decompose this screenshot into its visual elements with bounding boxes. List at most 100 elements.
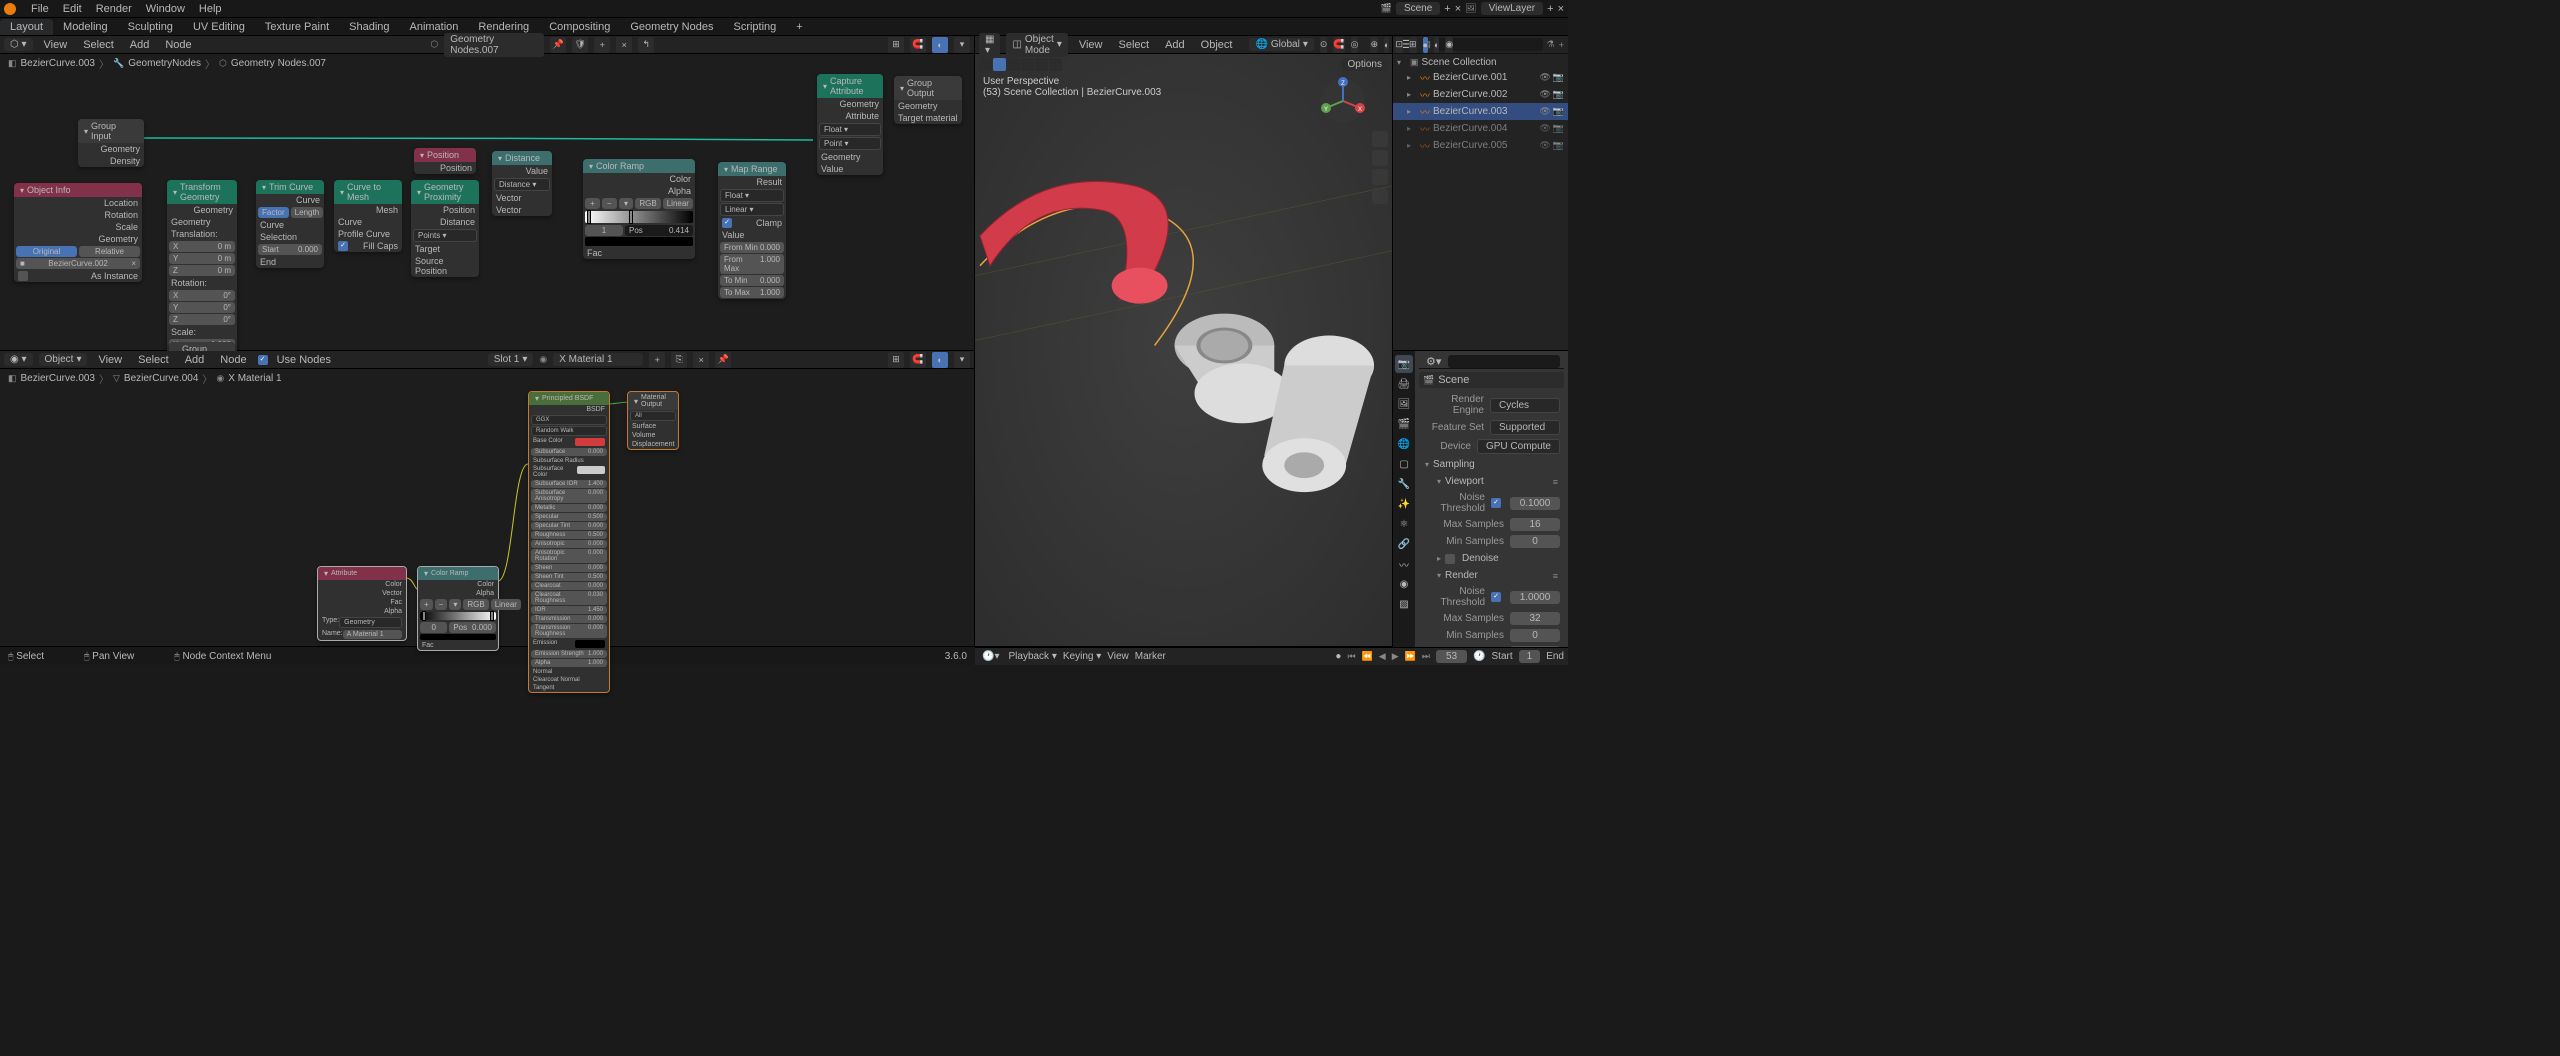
menu-window[interactable]: Window [139, 3, 192, 15]
panel-menu-icon[interactable]: ≡ [1553, 571, 1558, 581]
gn-menu-select[interactable]: Select [78, 39, 119, 51]
attr-type[interactable]: Geometry [339, 617, 402, 628]
disclosure-icon[interactable]: ▸ [1407, 90, 1417, 99]
node-color-ramp[interactable]: Color Ramp Color Alpha +−▾RGBLinear 1Pos… [583, 159, 695, 259]
node-curve-to-mesh[interactable]: Curve to Mesh Mesh Curve Profile Curve F… [334, 180, 402, 252]
hide-viewport-icon[interactable]: 👁 [1539, 89, 1550, 100]
tab-geometry-nodes[interactable]: Geometry Nodes [620, 19, 723, 35]
shader-editor[interactable]: ◉ ▾ Object ▾ View Select Add Node Use No… [0, 351, 975, 647]
properties-search[interactable] [1448, 355, 1560, 368]
r-noise-input[interactable]: 1.0000 [1510, 591, 1560, 604]
input-tx[interactable]: X0 m [169, 241, 235, 252]
jump-next-icon[interactable]: ⏩ [1405, 651, 1416, 662]
input-rx[interactable]: X0° [169, 290, 235, 301]
feature-selector[interactable]: Supported [1490, 420, 1560, 435]
engine-selector[interactable]: Cycles [1490, 398, 1560, 413]
domain-selector[interactable]: Point ▾ [819, 137, 881, 150]
props-tab-viewlayer[interactable]: 🖼 [1395, 395, 1413, 413]
ramp-interp[interactable]: Linear [663, 198, 693, 209]
shading-solid[interactable]: ● [1423, 37, 1428, 53]
node-group-input[interactable]: Group Input Geometry Density [78, 119, 144, 167]
editor-type-selector[interactable]: ◉ ▾ [4, 353, 33, 366]
ramp-pos[interactable]: Pos0.000 [449, 622, 496, 633]
node-header[interactable]: Transform Geometry [167, 180, 237, 204]
clamp-checkbox[interactable] [722, 218, 732, 228]
bsdf-input[interactable]: Transmission0.000 [531, 615, 607, 623]
ramp-gradient[interactable] [420, 612, 496, 620]
pin-button[interactable]: 📌 [550, 37, 566, 53]
play-reverse-icon[interactable]: ◀ [1379, 651, 1386, 662]
node-header[interactable]: Group Output [894, 76, 962, 100]
tl-marker[interactable]: Marker [1135, 651, 1166, 662]
orientation-selector[interactable]: 🌐 Global ▾ [1249, 38, 1313, 51]
tool-select[interactable] [993, 58, 1006, 71]
fake-user-button[interactable]: 🛡 [572, 37, 588, 53]
ramp-color-swatch[interactable] [585, 237, 693, 246]
input-start[interactable]: Start0.000 [258, 244, 322, 255]
node-distance[interactable]: Distance Value Distance ▾ Vector Vector [492, 151, 552, 216]
sh-display-button[interactable]: ▾ [954, 352, 970, 368]
input-tz[interactable]: Z0 m [169, 265, 235, 276]
shading-wireframe[interactable]: ⊞ [1409, 37, 1417, 53]
new-nodegroup-button[interactable]: + [594, 37, 610, 53]
vp-noise-checkbox[interactable] [1491, 498, 1501, 508]
bsdf-input[interactable]: Subsurface Anisotropy0.000 [531, 489, 607, 503]
jump-start-icon[interactable]: ⏮ [1347, 651, 1355, 662]
viewport-canvas[interactable] [975, 36, 1392, 646]
hide-viewport-icon[interactable]: 👁 [1539, 106, 1550, 117]
mode-relative[interactable]: Relative [79, 246, 140, 257]
input-rz[interactable]: Z0° [169, 314, 235, 325]
overlay-toggle[interactable]: ◐ [1384, 37, 1389, 53]
tab-layout[interactable]: Layout [0, 19, 53, 35]
bsdf-input[interactable]: Sheen Tint0.500 [531, 573, 607, 581]
camera-button[interactable] [1372, 169, 1388, 185]
ramp-del[interactable]: − [435, 599, 448, 610]
editor-type-selector[interactable]: ⬡ ▾ [4, 38, 33, 51]
shading-rendered[interactable]: ◉ [1445, 37, 1453, 53]
ramp-interp[interactable]: Linear [491, 599, 521, 610]
xray-toggle[interactable]: ⊡ [1395, 37, 1403, 53]
editor-type-selector[interactable]: ⚙▾ [1423, 355, 1444, 368]
nodegroup-selector[interactable]: Geometry Nodes.007 [444, 33, 544, 57]
menu-edit[interactable]: Edit [56, 3, 89, 15]
tab-uv-editing[interactable]: UV Editing [183, 19, 255, 35]
tab-shading[interactable]: Shading [339, 19, 399, 35]
node-header[interactable]: Object Info [14, 183, 142, 197]
ramp-pos[interactable]: Pos0.414 [625, 225, 693, 236]
bsdf-input[interactable]: Metallic0.000 [531, 504, 607, 512]
node-capture-attribute[interactable]: Capture Attribute Geometry Attribute Flo… [817, 74, 883, 175]
node-trim-curve[interactable]: Trim Curve Curve FactorLength Curve Sele… [256, 180, 324, 268]
navigation-gizmo[interactable]: X Y Z [1318, 76, 1368, 126]
r-min-input[interactable]: 0 [1510, 629, 1560, 642]
vp-menu-view[interactable]: View [1074, 39, 1108, 51]
use-nodes-checkbox[interactable] [258, 355, 268, 365]
shading-material[interactable]: ◐ [1434, 37, 1439, 53]
tree-row-scene-collection[interactable]: ▾▣ Scene Collection [1393, 56, 1568, 69]
node-header[interactable]: Color Ramp [583, 159, 695, 173]
node-header[interactable]: Curve to Mesh [334, 180, 402, 204]
sh-menu-view[interactable]: View [93, 354, 127, 366]
tab-compositing[interactable]: Compositing [539, 19, 620, 35]
bsdf-input[interactable]: Subsurface IOR1.400 [531, 480, 607, 488]
node-header[interactable]: Color Ramp [418, 567, 498, 580]
node-header[interactable]: Trim Curve [256, 180, 324, 194]
dist-selector[interactable]: GGX [531, 415, 607, 425]
material-selector[interactable]: X Material 1 [553, 353, 643, 366]
tool-transform[interactable] [1049, 58, 1062, 71]
parent-nodegroup-button[interactable]: ↰ [638, 37, 654, 53]
node-attribute[interactable]: Attribute Color Vector Fac Alpha Type:Ge… [317, 566, 407, 641]
tab-scripting[interactable]: Scripting [723, 19, 786, 35]
input-to-max[interactable]: To Max1.000 [720, 287, 784, 298]
ramp-add[interactable]: + [420, 599, 433, 610]
hide-viewport-icon[interactable]: 👁 [1539, 123, 1550, 134]
new-collection-icon[interactable]: + [1559, 40, 1564, 50]
breadcrumb-mesh[interactable]: BezierCurve.004 [124, 373, 198, 384]
scene-delete-button[interactable]: × [1455, 3, 1461, 15]
r-noise-checkbox[interactable] [1491, 592, 1501, 602]
bsdf-input[interactable]: Emission Strength1.000 [531, 650, 607, 658]
vp-noise-input[interactable]: 0.1000 [1510, 497, 1560, 510]
gn-wire-button[interactable]: ◐ [932, 37, 948, 53]
hide-render-icon[interactable]: 📷 [1553, 106, 1564, 117]
jump-prev-icon[interactable]: ⏪ [1362, 651, 1373, 662]
input-ty[interactable]: Y0 m [169, 253, 235, 264]
